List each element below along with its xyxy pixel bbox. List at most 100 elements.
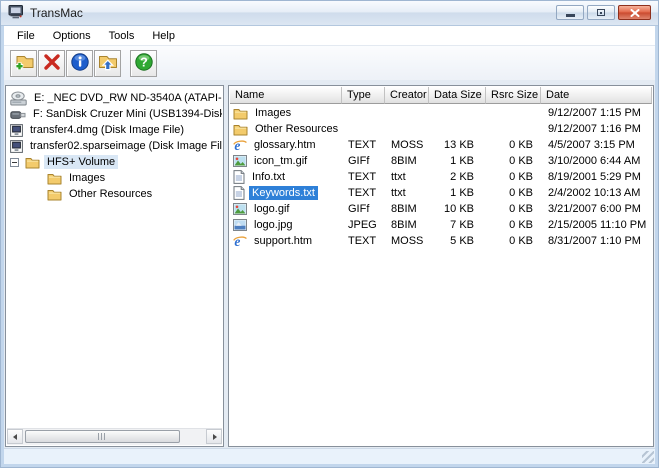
column-header-date[interactable]: Date bbox=[541, 87, 652, 104]
file-row-logo-jpg[interactable]: logo.jpgJPEG8BIM7 KB0 KB2/15/2005 11:10 … bbox=[230, 217, 652, 233]
tree-item-other-resources[interactable]: Other Resources bbox=[7, 186, 222, 202]
menu-bar: FileOptionsToolsHelp bbox=[4, 26, 655, 45]
tree-item-hfs-volume[interactable]: HFS+ Volume bbox=[7, 154, 222, 170]
column-header-type[interactable]: Type bbox=[342, 87, 385, 104]
file-data-size-cell: 1 KB bbox=[429, 155, 486, 167]
file-type-cell: GIFf bbox=[342, 155, 385, 167]
tree-item-transfer02-sparseimage-disk-image-file[interactable]: transfer02.sparseimage (Disk Image File) bbox=[7, 138, 222, 154]
file-type-cell: TEXT bbox=[342, 187, 385, 199]
file-list-rows: Images9/12/2007 1:15 PMOther Resources9/… bbox=[230, 104, 652, 445]
scroll-left-icon bbox=[10, 434, 17, 440]
horizontal-scrollbar[interactable] bbox=[7, 428, 222, 445]
scrollbar-thumb[interactable] bbox=[25, 430, 180, 443]
folder-icon bbox=[47, 172, 62, 185]
file-name-label: icon_tm.gif bbox=[251, 154, 310, 168]
tree-item-label: F: SanDisk Cruzer Mini (USB1394-Disk) bbox=[30, 107, 222, 121]
file-creator-cell: ttxt bbox=[385, 187, 429, 199]
file-rsrc-size-cell: 0 KB bbox=[486, 171, 541, 183]
tree-item-transfer4-dmg-disk-image-file[interactable]: transfer4.dmg (Disk Image File) bbox=[7, 122, 222, 138]
content-area: E: _NEC DVD_RW ND-3540A (ATAPI-CF: SanDi… bbox=[4, 80, 655, 449]
file-type-cell: TEXT bbox=[342, 139, 385, 151]
column-header-rsrc-size[interactable]: Rsrc Size bbox=[486, 87, 541, 104]
tree-item-label: Other Resources bbox=[66, 187, 155, 201]
file-name-cell: Images bbox=[230, 106, 342, 120]
file-row-support-htm[interactable]: esupport.htmTEXTMOSS5 KB0 KB8/31/2007 1:… bbox=[230, 233, 652, 249]
text-file-icon bbox=[233, 170, 245, 184]
info-icon bbox=[70, 52, 90, 75]
file-data-size-cell: 2 KB bbox=[429, 171, 486, 183]
folder-icon bbox=[47, 188, 62, 201]
file-rsrc-size-cell: 0 KB bbox=[486, 235, 541, 247]
file-row-logo-gif[interactable]: logo.gifGIFf8BIM10 KB0 KB3/21/2007 6:00 … bbox=[230, 201, 652, 217]
file-type-cell: TEXT bbox=[342, 235, 385, 247]
drive-tree-panel: E: _NEC DVD_RW ND-3540A (ATAPI-CF: SanDi… bbox=[5, 85, 224, 447]
svg-text:e: e bbox=[234, 138, 240, 152]
file-name-label: logo.jpg bbox=[251, 218, 296, 232]
file-rsrc-size-cell: 0 KB bbox=[486, 155, 541, 167]
delete-x-icon bbox=[42, 53, 62, 74]
file-rsrc-size-cell: 0 KB bbox=[486, 139, 541, 151]
scroll-left-button[interactable] bbox=[7, 429, 23, 444]
file-name-cell: Other Resources bbox=[230, 122, 342, 136]
menu-item-help[interactable]: Help bbox=[143, 28, 184, 44]
scrollbar-grip-icon bbox=[98, 433, 107, 440]
restore-image-button[interactable] bbox=[94, 50, 121, 77]
maximize-icon bbox=[597, 9, 605, 16]
file-list-header: NameTypeCreatorData SizeRsrc SizeDate bbox=[230, 87, 652, 104]
folder-icon bbox=[25, 156, 40, 169]
maximize-button[interactable] bbox=[587, 5, 615, 20]
file-rsrc-size-cell: 0 KB bbox=[486, 219, 541, 231]
open-image-button[interactable] bbox=[10, 50, 37, 77]
file-row-other-resources[interactable]: Other Resources9/12/2007 1:16 PM bbox=[230, 121, 652, 137]
menu-item-file[interactable]: File bbox=[8, 28, 44, 44]
delete-button[interactable] bbox=[38, 50, 65, 77]
folder-plus-icon bbox=[13, 53, 35, 74]
file-row-info-txt[interactable]: Info.txtTEXTttxt2 KB0 KB8/19/2001 5:29 P… bbox=[230, 169, 652, 185]
file-date-cell: 2/4/2002 10:13 AM bbox=[541, 187, 652, 199]
title-bar[interactable]: TransMac bbox=[1, 1, 658, 26]
tree-item-images[interactable]: Images bbox=[7, 170, 222, 186]
file-creator-cell: MOSS bbox=[385, 235, 429, 247]
minimize-button[interactable] bbox=[556, 5, 584, 20]
tree-item-f-sandisk-cruzer-mini-usb1394-disk[interactable]: F: SanDisk Cruzer Mini (USB1394-Disk) bbox=[7, 106, 222, 122]
file-name-label: Keywords.txt bbox=[249, 186, 318, 200]
scroll-right-button[interactable] bbox=[206, 429, 222, 444]
toolbar: ? bbox=[4, 45, 655, 82]
info-button[interactable] bbox=[66, 50, 93, 77]
resize-grip[interactable] bbox=[642, 451, 654, 463]
help-button[interactable]: ? bbox=[130, 50, 157, 77]
minimize-icon bbox=[566, 14, 575, 17]
file-row-icon-tm-gif[interactable]: icon_tm.gifGIFf8BIM1 KB0 KB3/10/2000 6:4… bbox=[230, 153, 652, 169]
help-icon: ? bbox=[134, 52, 154, 75]
file-date-cell: 4/5/2007 3:15 PM bbox=[541, 139, 652, 151]
tree-item-e-nec-dvd-rw-nd-3540a-atapi-c[interactable]: E: _NEC DVD_RW ND-3540A (ATAPI-C bbox=[7, 90, 222, 106]
file-row-images[interactable]: Images9/12/2007 1:15 PM bbox=[230, 105, 652, 121]
file-name-label: support.htm bbox=[251, 234, 315, 248]
file-list-panel: NameTypeCreatorData SizeRsrc SizeDate Im… bbox=[228, 85, 654, 447]
file-row-glossary-htm[interactable]: eglossary.htmTEXTMOSS13 KB0 KB4/5/2007 3… bbox=[230, 137, 652, 153]
close-button[interactable] bbox=[618, 5, 651, 20]
file-type-cell: GIFf bbox=[342, 203, 385, 215]
column-header-name[interactable]: Name bbox=[230, 87, 342, 104]
file-data-size-cell: 10 KB bbox=[429, 203, 486, 215]
disk-image-icon bbox=[10, 124, 23, 137]
file-data-size-cell: 13 KB bbox=[429, 139, 486, 151]
svg-text:e: e bbox=[234, 234, 240, 248]
html-file-icon: e bbox=[233, 234, 247, 248]
column-header-data-size[interactable]: Data Size bbox=[429, 87, 486, 104]
menu-item-tools[interactable]: Tools bbox=[100, 28, 144, 44]
file-data-size-cell: 7 KB bbox=[429, 219, 486, 231]
column-header-creator[interactable]: Creator bbox=[385, 87, 429, 104]
tree-item-label: Images bbox=[66, 171, 108, 185]
svg-text:?: ? bbox=[140, 56, 148, 70]
html-file-icon: e bbox=[233, 138, 247, 152]
menu-item-options[interactable]: Options bbox=[44, 28, 100, 44]
file-row-keywords-txt[interactable]: Keywords.txtTEXTttxt1 KB0 KB2/4/2002 10:… bbox=[230, 185, 652, 201]
file-rsrc-size-cell: 0 KB bbox=[486, 203, 541, 215]
collapse-expander-icon[interactable] bbox=[10, 158, 19, 167]
tree-item-label: HFS+ Volume bbox=[44, 155, 118, 169]
file-name-cell: Keywords.txt bbox=[230, 186, 342, 200]
file-rsrc-size-cell: 0 KB bbox=[486, 187, 541, 199]
file-type-cell: TEXT bbox=[342, 171, 385, 183]
dvd-drive-icon bbox=[10, 91, 27, 106]
